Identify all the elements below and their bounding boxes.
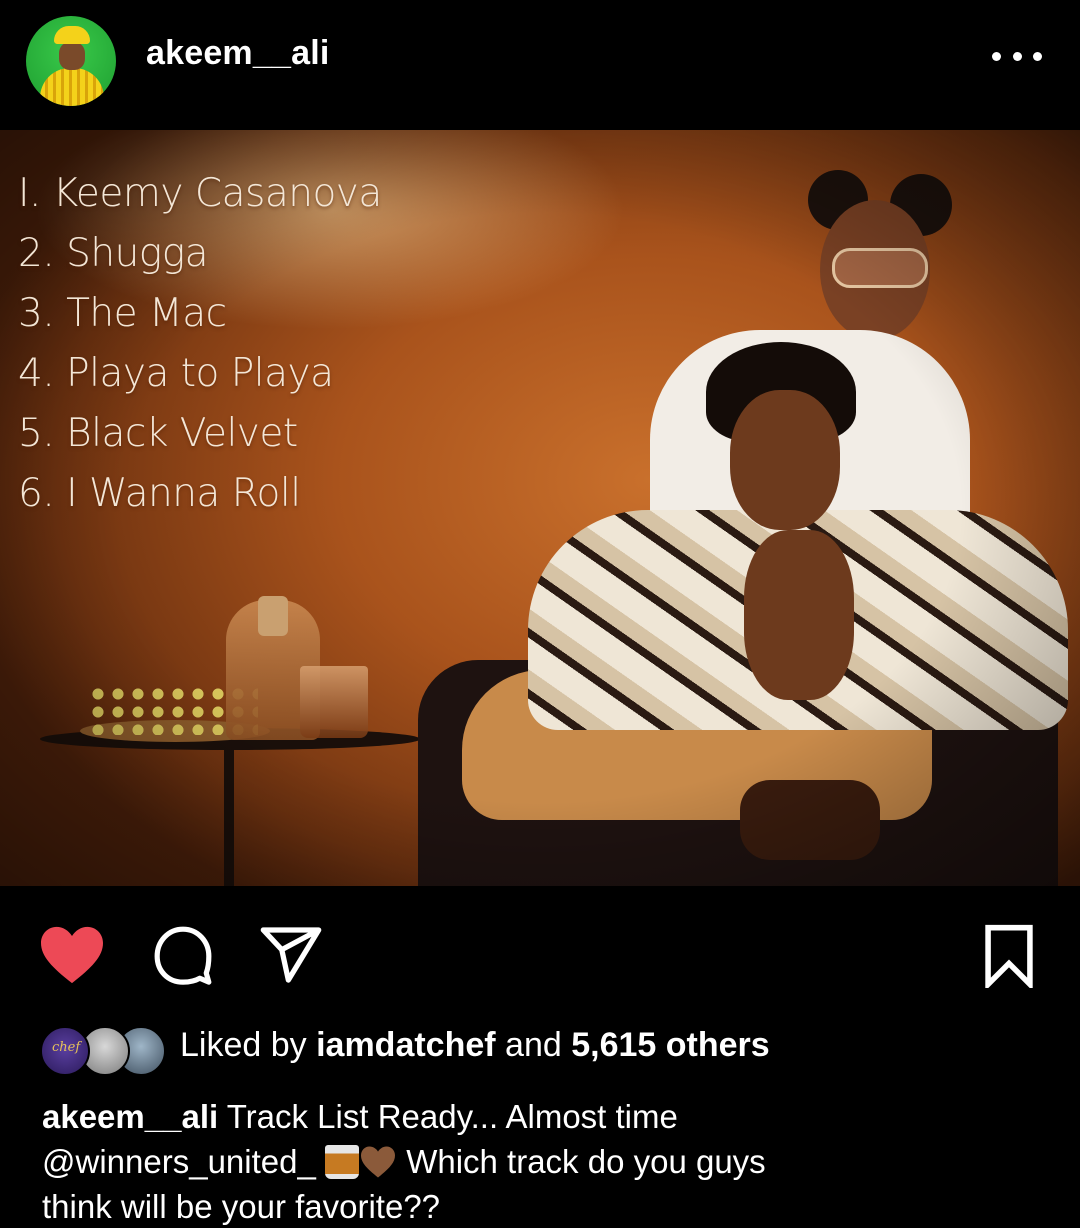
bookmark-icon[interactable] [984, 924, 1034, 988]
tracklist: I. Keemy Casanova 2. Shugga 3. The Mac 4… [18, 164, 382, 536]
send-icon[interactable] [258, 926, 324, 984]
liker-avatars: chef [40, 1026, 166, 1076]
likes-count[interactable]: 5,615 others [571, 1026, 769, 1064]
track-item: 2. Shugga [18, 224, 382, 296]
caption-mention[interactable]: @winners_united_ [42, 1143, 316, 1180]
liker-username[interactable]: iamdatchef [316, 1026, 496, 1064]
heart-filled-icon[interactable] [38, 924, 106, 986]
whiskey-glass-emoji [325, 1145, 360, 1179]
comment-icon[interactable] [152, 924, 214, 986]
track-item: 4. Playa to Playa [18, 344, 382, 416]
likes-text: Liked by iamdatchef and 5,615 others [180, 1026, 770, 1064]
post-image[interactable]: I. Keemy Casanova 2. Shugga 3. The Mac 4… [0, 130, 1080, 886]
likes-row[interactable]: chef Liked by iamdatchef and 5,615 other… [40, 1020, 1040, 1076]
action-bar [0, 886, 1080, 1016]
brown-heart-emoji [361, 1146, 396, 1178]
liker-avatar: chef [40, 1026, 90, 1076]
more-options-icon[interactable] [992, 48, 1042, 64]
track-item: 3. The Mac [18, 284, 382, 356]
post-caption: akeem__ali Track List Ready... Almost ti… [42, 1098, 766, 1225]
user-avatar[interactable] [26, 16, 116, 106]
instagram-post: akeem__ali I. Keemy Casanova 2. Shugga 3… [0, 0, 1080, 1228]
caption-username[interactable]: akeem__ali [42, 1098, 218, 1135]
post-username[interactable]: akeem__ali [146, 34, 330, 73]
track-item: I. Keemy Casanova [18, 164, 382, 296]
track-item: 6. I Wanna Roll [18, 464, 382, 536]
post-header: akeem__ali [0, 0, 1080, 128]
track-item: 5. Black Velvet [18, 404, 382, 476]
